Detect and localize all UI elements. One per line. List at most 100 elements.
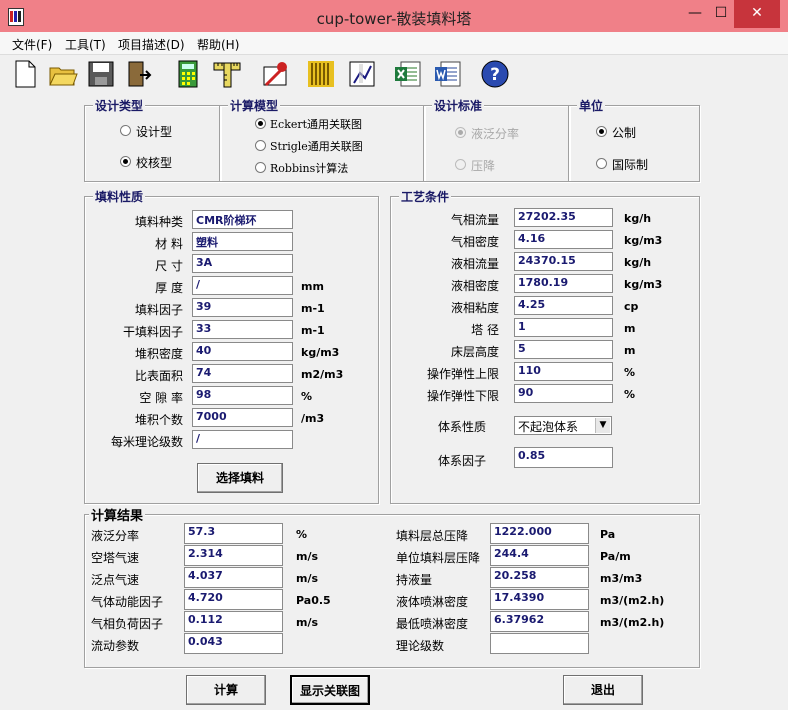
title-bar: cup-tower-散装填料塔 — ☐ ✕ [0, 0, 788, 32]
result-left-label: 泛点气速 [91, 573, 140, 587]
process-row-field[interactable]: 1780.19 [514, 274, 613, 293]
exit-door-icon[interactable] [124, 59, 154, 89]
packing-row-field[interactable]: / [192, 276, 293, 295]
open-folder-icon[interactable] [48, 59, 78, 89]
result-right-label: 持液量 [396, 573, 433, 587]
calc-model-radio-strigle[interactable] [255, 140, 266, 151]
design-type-option-design: 设计型 [136, 125, 173, 139]
design-standard-label: 设计标准 [432, 97, 485, 114]
packing-row-field[interactable]: 98 [192, 386, 293, 405]
result-left-field[interactable]: 0.043 [184, 633, 283, 654]
new-file-icon[interactable] [10, 59, 40, 89]
process-label: 工艺条件 [399, 188, 452, 205]
exit-button[interactable]: 退出 [563, 675, 643, 705]
process-row-field[interactable]: 110 [514, 362, 613, 381]
packing-row-field[interactable]: CMR阶梯环 [192, 210, 293, 229]
packing-row-field[interactable]: 塑料 [192, 232, 293, 251]
calc-model-group: 计算模型 Eckert通用关联图 Strigle通用关联图 Robbins计算法 [219, 97, 425, 182]
calculator-icon[interactable] [173, 59, 203, 89]
results-label: 计算结果 [89, 505, 146, 524]
process-row-field[interactable]: 4.16 [514, 230, 613, 249]
units-radio-si[interactable] [596, 158, 607, 169]
packing-row-label: 填料因子 [134, 303, 183, 317]
menu-project[interactable]: 项目描述(D) [118, 36, 185, 53]
packing-icon[interactable] [306, 59, 336, 89]
design-type-label: 设计类型 [93, 97, 146, 114]
process-row-field[interactable]: 1 [514, 318, 613, 337]
result-left-label: 气体动能因子 [91, 595, 164, 609]
result-left-label: 流动参数 [91, 639, 140, 653]
result-right-label: 液体喷淋密度 [396, 595, 469, 609]
result-left-field[interactable]: 2.314 [184, 545, 283, 566]
result-right-label: 填料层总压降 [396, 529, 469, 543]
process-row-field[interactable]: 90 [514, 384, 613, 403]
process-row-unit: % [624, 388, 636, 401]
excel-icon[interactable] [393, 59, 423, 89]
calc-model-radio-eckert[interactable] [255, 118, 266, 129]
design-type-radio-design[interactable] [120, 125, 131, 136]
result-left-field[interactable]: 0.112 [184, 611, 283, 632]
units-radio-metric[interactable] [596, 126, 607, 137]
result-left-unit: m/s [296, 616, 319, 629]
word-icon[interactable] [433, 59, 463, 89]
menu-help[interactable]: 帮助(H) [197, 36, 239, 53]
result-right-field[interactable]: 17.4390 [490, 589, 589, 610]
show-chart-button[interactable]: 显示关联图 [290, 675, 370, 705]
process-row-label: 操作弹性下限 [426, 389, 499, 403]
packing-row-field[interactable]: 74 [192, 364, 293, 383]
close-button[interactable]: ✕ [734, 0, 780, 28]
tools-icon[interactable] [260, 59, 290, 89]
result-right-field[interactable] [490, 633, 589, 654]
maximize-button[interactable]: ☐ [704, 0, 738, 28]
packing-row-field[interactable]: 33 [192, 320, 293, 339]
select-packing-button[interactable]: 选择填料 [197, 463, 283, 493]
process-row-field[interactable]: 5 [514, 340, 613, 359]
process-row-field[interactable]: 24370.15 [514, 252, 613, 271]
process-row-label: 气相流量 [450, 213, 499, 227]
help-icon[interactable]: ? [480, 59, 510, 89]
result-left-field[interactable]: 4.037 [184, 567, 283, 588]
design-type-radio-check[interactable] [120, 156, 131, 167]
result-left-field[interactable]: 57.3 [184, 523, 283, 544]
calculate-button[interactable]: 计算 [186, 675, 266, 705]
design-type-option-check: 校核型 [136, 156, 173, 170]
packing-row-unit: m-1 [301, 302, 325, 315]
packing-row-field[interactable]: 3A [192, 254, 293, 273]
packing-row-label: 厚 度 [155, 281, 183, 295]
result-right-field[interactable]: 244.4 [490, 545, 589, 566]
packing-row-unit: m-1 [301, 324, 325, 337]
design-standard-radio-flood[interactable] [455, 127, 466, 138]
units-option-si: 国际制 [612, 158, 649, 172]
calc-model-option-strigle: Strigle通用关联图 [270, 140, 363, 153]
result-right-unit: Pa/m [600, 550, 631, 563]
process-row-label: 液相密度 [450, 279, 499, 293]
ruler-icon[interactable] [212, 59, 242, 89]
menu-bar: 文件(F) 工具(T) 项目描述(D) 帮助(H) [0, 32, 788, 55]
packing-row-field[interactable]: 39 [192, 298, 293, 317]
system-property-select[interactable]: 不起泡体系 ▼ [514, 416, 612, 435]
result-left-label: 液泛分率 [91, 529, 140, 543]
packing-row-field[interactable]: 7000 [192, 408, 293, 427]
design-standard-option-pressure: 压降 [471, 159, 496, 173]
packing-row-label: 每米理论级数 [110, 435, 183, 449]
result-right-field[interactable]: 20.258 [490, 567, 589, 588]
chevron-down-icon[interactable]: ▼ [595, 418, 610, 433]
save-disk-icon[interactable] [86, 59, 116, 89]
process-row-unit: kg/h [624, 212, 652, 225]
menu-tools[interactable]: 工具(T) [65, 36, 106, 53]
system-factor-field[interactable]: 0.85 [514, 447, 613, 468]
result-left-unit: % [296, 528, 308, 541]
process-row-field[interactable]: 27202.35 [514, 208, 613, 227]
calc-model-radio-robbins[interactable] [255, 162, 266, 173]
menu-file[interactable]: 文件(F) [12, 36, 52, 53]
design-standard-radio-pressure[interactable] [455, 159, 466, 170]
packing-row-unit: mm [301, 280, 324, 293]
calc-model-label: 计算模型 [228, 97, 281, 114]
result-right-field[interactable]: 1222.000 [490, 523, 589, 544]
result-left-field[interactable]: 4.720 [184, 589, 283, 610]
chart-icon[interactable] [347, 59, 377, 89]
result-right-field[interactable]: 6.37962 [490, 611, 589, 632]
packing-row-field[interactable]: / [192, 430, 293, 449]
packing-row-field[interactable]: 40 [192, 342, 293, 361]
process-row-field[interactable]: 4.25 [514, 296, 613, 315]
